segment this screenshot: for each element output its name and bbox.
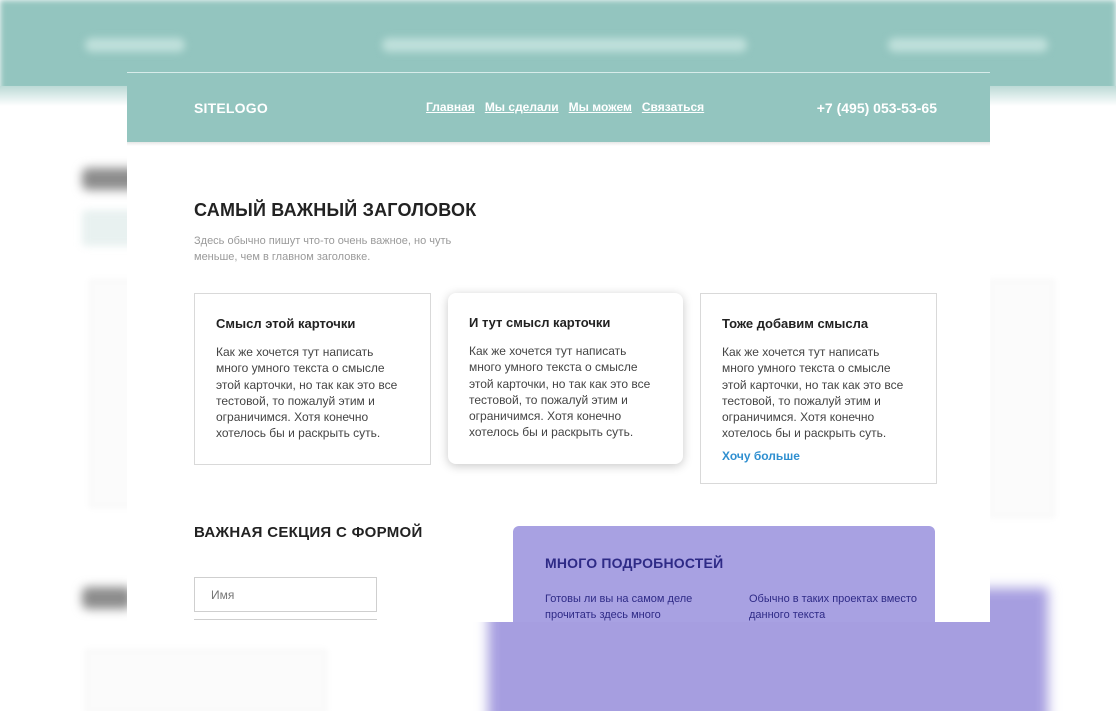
card-text: Как же хочется тут написать много умного… xyxy=(722,345,904,441)
card-title: Смысл этой карточки xyxy=(216,316,356,331)
background-section-heading-blur xyxy=(82,587,132,609)
card-title: Тоже добавим смысла xyxy=(722,316,869,331)
details-column-1: Готовы ли вы на самом деле прочитать зде… xyxy=(545,593,693,621)
phone-number[interactable]: +7 (495) 053-53-65 xyxy=(817,100,937,116)
background-card-blur-right xyxy=(990,280,1054,517)
info-card-3: Тоже добавим смысла Как же хочется тут н… xyxy=(700,293,937,484)
nav-link-home[interactable]: Главная xyxy=(426,100,475,114)
nav-link-portfolio[interactable]: Мы сделали xyxy=(485,100,559,114)
info-card-1: Смысл этой карточки Как же хочется тут н… xyxy=(194,293,431,465)
next-input-edge[interactable] xyxy=(194,619,377,622)
background-input-blur xyxy=(86,650,326,711)
card-text: Как же хочется тут написать много умного… xyxy=(216,345,398,441)
page-title: САМЫЙ ВАЖНЫЙ ЗАГОЛОВОК xyxy=(194,200,477,220)
form-section-title: ВАЖНАЯ СЕКЦИЯ С ФОРМОЙ xyxy=(194,524,423,541)
site-header: SITELOGO Главная Мы сделали Мы можем Свя… xyxy=(127,72,990,143)
header-shadow xyxy=(127,142,990,146)
details-title: МНОГО ПОДРОБНОСТЕЙ xyxy=(545,555,724,571)
details-column-2: Обычно в таких проектах вместо данного т… xyxy=(749,593,917,621)
background-logo-blur xyxy=(85,38,185,52)
details-block: МНОГО ПОДРОБНОСТЕЙ Готовы ли вы на самом… xyxy=(513,526,935,622)
background-nav-blur xyxy=(382,38,747,52)
more-link[interactable]: Хочу больше xyxy=(722,449,800,463)
card-text: Как же хочется тут написать много умного… xyxy=(469,344,651,440)
card-title: И тут смысл карточки xyxy=(469,315,611,330)
name-input[interactable] xyxy=(194,577,377,612)
nav-link-services[interactable]: Мы можем xyxy=(569,100,632,114)
background-phone-blur xyxy=(888,38,1048,52)
page-subtitle: Здесь обычно пишут что-то очень важное, … xyxy=(194,235,452,263)
main-nav: Главная Мы сделали Мы можем Связаться xyxy=(426,100,704,114)
page-panel: SITELOGO Главная Мы сделали Мы можем Свя… xyxy=(127,72,990,622)
nav-link-contact[interactable]: Связаться xyxy=(642,100,704,114)
site-logo[interactable]: SITELOGO xyxy=(194,100,268,116)
info-card-2[interactable]: И тут смысл карточки Как же хочется тут … xyxy=(448,293,683,464)
